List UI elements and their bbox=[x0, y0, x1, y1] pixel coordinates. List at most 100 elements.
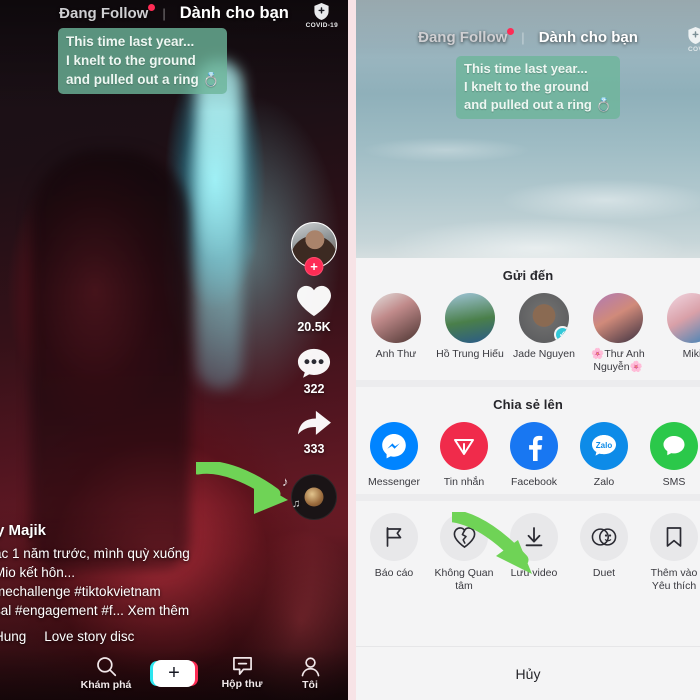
tab-dang-follow[interactable]: Đang Follow bbox=[418, 27, 515, 46]
creator-avatar[interactable]: + bbox=[291, 222, 337, 276]
friend-name: Anh Thư bbox=[375, 348, 417, 360]
profile-icon bbox=[301, 656, 319, 676]
search-icon bbox=[96, 656, 116, 676]
caption-line: mechallenge #tiktokvietnam bbox=[0, 584, 161, 599]
friend-item[interactable]: ✓ Jade Nguyen bbox=[510, 293, 578, 374]
nav-label: Khám phá bbox=[80, 678, 132, 691]
music-info[interactable]: Hung Love story disc bbox=[0, 629, 268, 644]
video-subtitle-card-left: This time last year... I knelt to the gr… bbox=[58, 28, 228, 94]
friend-item[interactable]: Hồ Trung Hiếu bbox=[436, 293, 504, 374]
plus-icon: + bbox=[153, 659, 195, 687]
nav-item-toi[interactable]: Tôi bbox=[279, 656, 341, 691]
comparison-screenshot: Đang Follow | Dành cho bạn COVID-19 This… bbox=[0, 0, 700, 700]
shield-icon bbox=[688, 27, 700, 44]
tab-separator: | bbox=[162, 5, 166, 21]
tab-separator: | bbox=[521, 29, 525, 45]
nav-item-kham-pha[interactable]: Khám phá bbox=[75, 656, 137, 691]
avatar bbox=[371, 293, 421, 343]
comment-icon bbox=[297, 348, 331, 378]
share-arrow-icon bbox=[298, 410, 331, 435]
comment-count: 322 bbox=[303, 382, 325, 396]
comment-button[interactable]: 322 bbox=[296, 346, 332, 396]
covid-badge-left[interactable]: COVID-19 bbox=[306, 2, 338, 29]
panel-divider bbox=[348, 0, 356, 700]
subtitle-line: This time last year... bbox=[66, 34, 195, 49]
sms-icon bbox=[650, 422, 698, 470]
covid-badge-right[interactable]: COV bbox=[687, 26, 700, 53]
action-label: Thêm vào Yêu thích bbox=[650, 567, 698, 592]
share-app-sms[interactable]: SMS bbox=[642, 422, 700, 488]
nav-label: Hộp thư bbox=[221, 678, 263, 690]
subtitle-line: This time last year... bbox=[464, 61, 588, 76]
tab-dang-follow-label: Đang Follow bbox=[418, 28, 508, 46]
action-duet[interactable]: Duet bbox=[572, 513, 636, 593]
share-app-label: SMS bbox=[662, 476, 686, 488]
video-subtitle-card-right: This time last year... I knelt to the gr… bbox=[456, 56, 620, 119]
video-caption-left: y Majik ác 1 năm trước, mình quỳ xuống M… bbox=[0, 522, 268, 644]
share-app-tin-nhan[interactable]: Tin nhắn bbox=[432, 422, 496, 488]
tab-danh-cho-ban[interactable]: Dành cho bạn bbox=[539, 29, 638, 46]
subtitle-line: I knelt to the ground bbox=[66, 53, 196, 68]
feed-tabs-left: Đang Follow | Dành cho bạn bbox=[0, 0, 348, 26]
share-app-list[interactable]: Messenger Tin nhắn Facebook Zalo Zalo SM… bbox=[356, 422, 700, 488]
share-sheet: Gửi đến Anh Thư Hồ Trung Hiếu ✓ Jade Ngu… bbox=[356, 258, 700, 700]
share-app-facebook[interactable]: Facebook bbox=[502, 422, 566, 488]
share-to-title: Chia sẻ lên bbox=[493, 397, 563, 412]
covid-badge-label: COVID-19 bbox=[305, 22, 338, 29]
friend-item[interactable]: Anh Thư bbox=[362, 293, 430, 374]
friend-name: Hồ Trung Hiếu bbox=[436, 348, 504, 360]
share-button[interactable]: 333 bbox=[295, 408, 333, 456]
notification-dot-icon bbox=[148, 3, 156, 11]
left-panel-tiktok-feed: Đang Follow | Dành cho bạn COVID-19 This… bbox=[0, 0, 348, 700]
share-app-messenger[interactable]: Messenger bbox=[362, 422, 426, 488]
action-bao-cao[interactable]: Báo cáo bbox=[362, 513, 426, 593]
messenger-icon bbox=[370, 422, 418, 470]
svg-text:Zalo: Zalo bbox=[596, 441, 613, 450]
share-app-label: Zalo bbox=[593, 476, 615, 488]
caption-line: ác 1 năm trước, mình quỳ xuống bbox=[0, 546, 190, 561]
cancel-button[interactable]: Hủy bbox=[356, 646, 700, 700]
flag-icon bbox=[370, 513, 418, 561]
share-app-zalo[interactable]: Zalo Zalo bbox=[572, 422, 636, 488]
avatar bbox=[445, 293, 495, 343]
avatar: ✓ bbox=[667, 293, 700, 343]
action-them-vao-yeu-thich[interactable]: Thêm vào Yêu thích bbox=[642, 513, 700, 593]
notification-dot-icon bbox=[507, 27, 515, 35]
share-count: 333 bbox=[303, 442, 325, 456]
caption-line: Mio kết hôn... bbox=[0, 565, 76, 580]
nav-item-create[interactable]: + bbox=[143, 659, 205, 687]
follow-plus-button[interactable]: + bbox=[304, 257, 324, 276]
annotation-arrow-left bbox=[191, 460, 308, 529]
friend-name: Miki bbox=[682, 348, 700, 360]
send-to-title: Gửi đến bbox=[502, 268, 554, 283]
friend-item[interactable]: 🌸Thư Anh Nguyễn🌸 bbox=[584, 293, 652, 374]
tab-dang-follow-label: Đang Follow bbox=[59, 4, 149, 22]
share-to-section: Chia sẻ lên Messenger Tin nhắn Facebook … bbox=[356, 387, 700, 494]
tab-dang-follow[interactable]: Đang Follow bbox=[59, 3, 156, 22]
music-title: Love story disc bbox=[44, 629, 135, 644]
duet-icon bbox=[580, 513, 628, 561]
friend-name: 🌸Thư Anh Nguyễn🌸 bbox=[591, 348, 645, 373]
friend-item[interactable]: ✓ Miki bbox=[658, 293, 700, 374]
share-app-label: Tin nhắn bbox=[443, 476, 485, 488]
friend-name: Jade Nguyen bbox=[513, 348, 575, 360]
selected-check-icon: ✓ bbox=[554, 326, 569, 343]
friend-list[interactable]: Anh Thư Hồ Trung Hiếu ✓ Jade Nguyen 🌸Thư… bbox=[356, 293, 700, 374]
avatar: ✓ bbox=[519, 293, 569, 343]
performer-silhouette bbox=[30, 150, 190, 570]
nav-item-hop-thu[interactable]: Hộp thư bbox=[211, 656, 273, 690]
like-button[interactable]: 20.5K bbox=[295, 284, 333, 334]
section-gap bbox=[356, 494, 700, 501]
bookmark-icon bbox=[650, 513, 698, 561]
zalo-icon: Zalo bbox=[580, 422, 628, 470]
tab-danh-cho-ban[interactable]: Dành cho bạn bbox=[180, 4, 289, 23]
green-arrow-icon bbox=[191, 460, 288, 514]
music-author: Hung bbox=[0, 629, 27, 644]
action-label: Báo cáo bbox=[374, 567, 414, 579]
caption-line-with-more[interactable]: sal #engagement #f... Xem thêm bbox=[0, 601, 268, 620]
facebook-icon bbox=[510, 422, 558, 470]
tab-danh-cho-ban-label: Dành cho bạn bbox=[538, 28, 638, 46]
send-to-section: Gửi đến Anh Thư Hồ Trung Hiếu ✓ Jade Ngu… bbox=[356, 258, 700, 380]
share-app-label: Messenger bbox=[368, 476, 420, 488]
feed-tabs-right: Đang Follow | Dành cho bạn bbox=[356, 24, 700, 50]
